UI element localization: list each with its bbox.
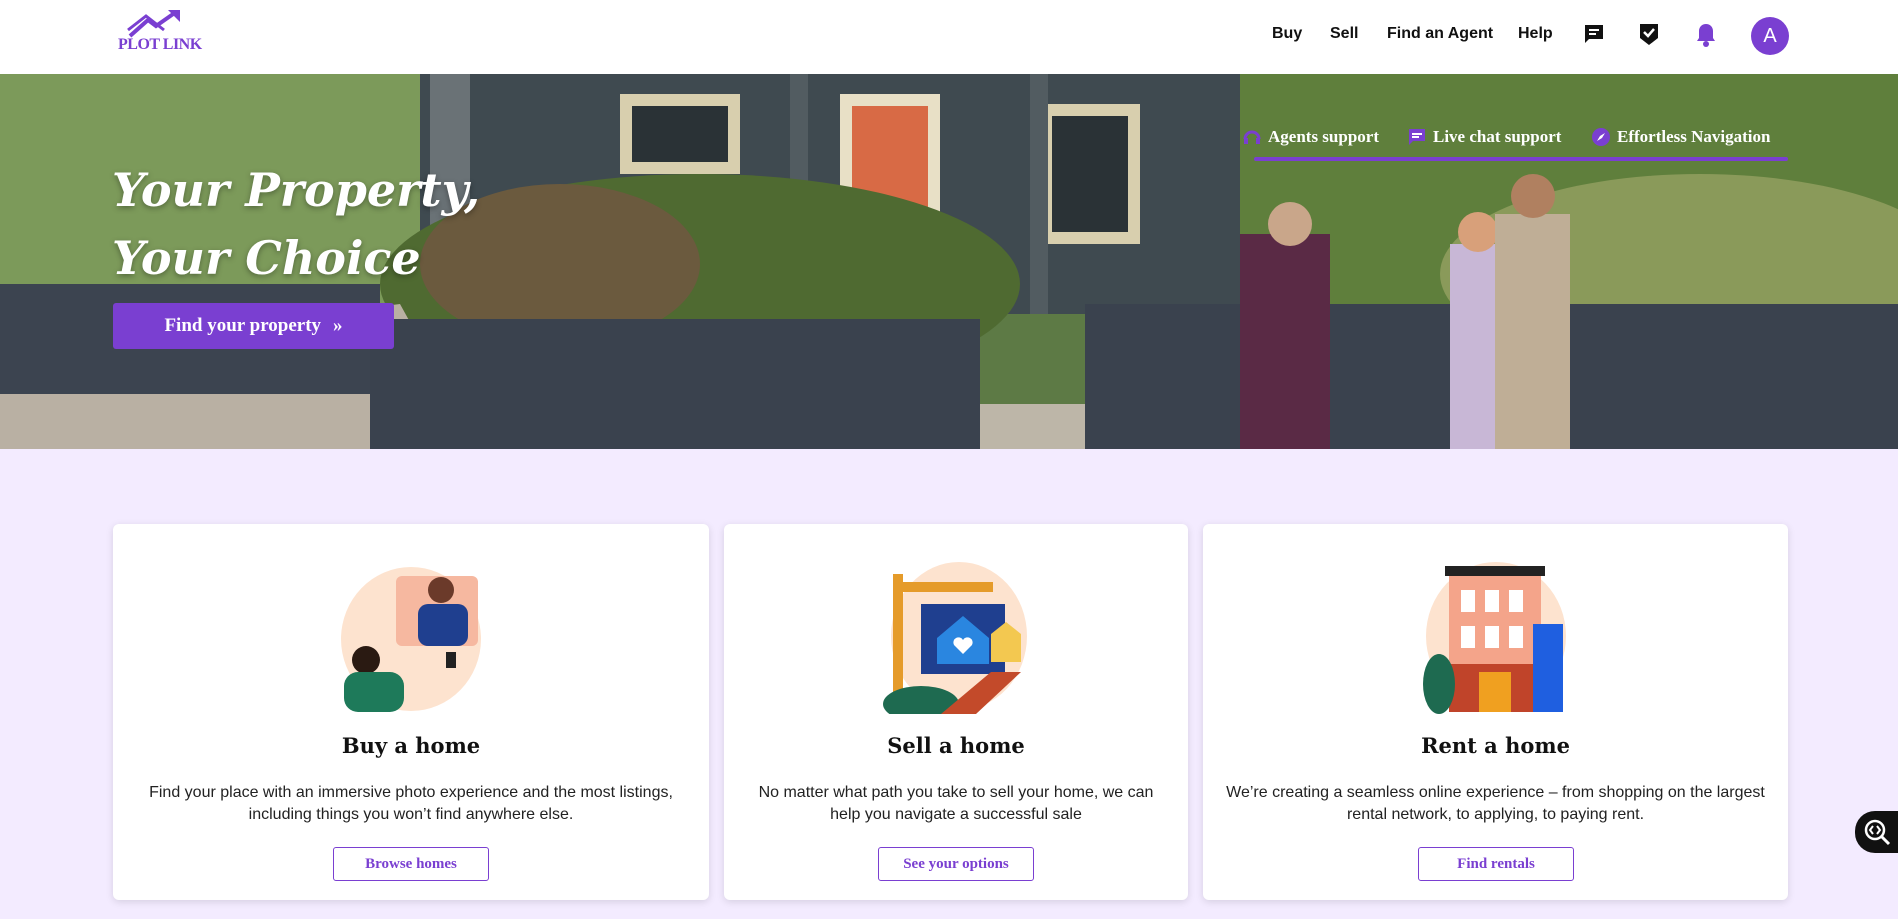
nav-sell[interactable]: Sell — [1330, 25, 1358, 43]
feature-label: Effortless Navigation — [1617, 127, 1771, 146]
chat-icon[interactable] — [1582, 22, 1608, 48]
card-description: No matter what path you take to sell you… — [758, 784, 1154, 823]
user-avatar[interactable]: A — [1751, 17, 1789, 55]
find-rentals-button[interactable]: Find rentals — [1418, 847, 1574, 881]
find-property-label: Find your property — [164, 315, 322, 336]
hero-title-line-2: Your Choice — [112, 231, 421, 285]
card-title: Buy a home — [341, 733, 481, 758]
compass-icon — [1592, 128, 1610, 146]
card-sell-home: Sell a home No matter what path you take… — [724, 524, 1188, 900]
headset-icon — [1243, 130, 1261, 144]
buy-home-illustration — [336, 554, 486, 714]
hero-title-line-1: Your Property, — [112, 163, 480, 217]
feature-agents-support: Agents support — [1242, 127, 1379, 147]
feature-underline — [1254, 157, 1788, 161]
site-header: PLOT LINK Buy Sell Find an Agent Help A — [0, 0, 1898, 74]
card-title: Rent a home — [1421, 733, 1570, 758]
feature-label: Live chat support — [1433, 127, 1562, 146]
card-rent-home: Rent a home We’re creating a seamless on… — [1203, 524, 1788, 900]
side-widget-button[interactable] — [1855, 811, 1898, 853]
nav-buy[interactable]: Buy — [1272, 25, 1302, 43]
card-description: Find your place with an immersive photo … — [149, 784, 673, 823]
hero-title: Your Property, Your Choice — [112, 156, 480, 292]
browse-homes-button[interactable]: Browse homes — [333, 847, 489, 881]
logo-text: PLOT LINK — [118, 36, 202, 53]
feature-label: Agents support — [1268, 127, 1379, 146]
checklist-icon[interactable] — [1637, 22, 1663, 48]
card-description: We’re creating a seamless online experie… — [1226, 784, 1765, 823]
chat-bubble-icon — [1409, 129, 1425, 145]
double-chevron-right-icon: » — [333, 315, 343, 336]
see-options-button[interactable]: See your options — [878, 847, 1034, 881]
hero-banner: Your Property, Your Choice Find your pro… — [0, 74, 1898, 449]
card-title: Sell a home — [887, 733, 1025, 758]
nav-find-agent[interactable]: Find an Agent — [1387, 25, 1493, 43]
find-property-button[interactable]: Find your property » — [113, 303, 394, 349]
code-search-icon — [1864, 819, 1890, 846]
feature-effortless-navigation: Effortless Navigation — [1591, 127, 1770, 147]
sell-home-illustration — [881, 554, 1031, 722]
card-buy-home: Buy a home Find your place with an immer… — [113, 524, 709, 900]
rent-home-illustration — [1421, 554, 1571, 714]
feature-live-chat: Live chat support — [1407, 127, 1561, 147]
site-logo[interactable]: PLOT LINK — [118, 10, 202, 58]
bell-icon[interactable] — [1694, 22, 1720, 48]
nav-help[interactable]: Help — [1518, 25, 1553, 43]
